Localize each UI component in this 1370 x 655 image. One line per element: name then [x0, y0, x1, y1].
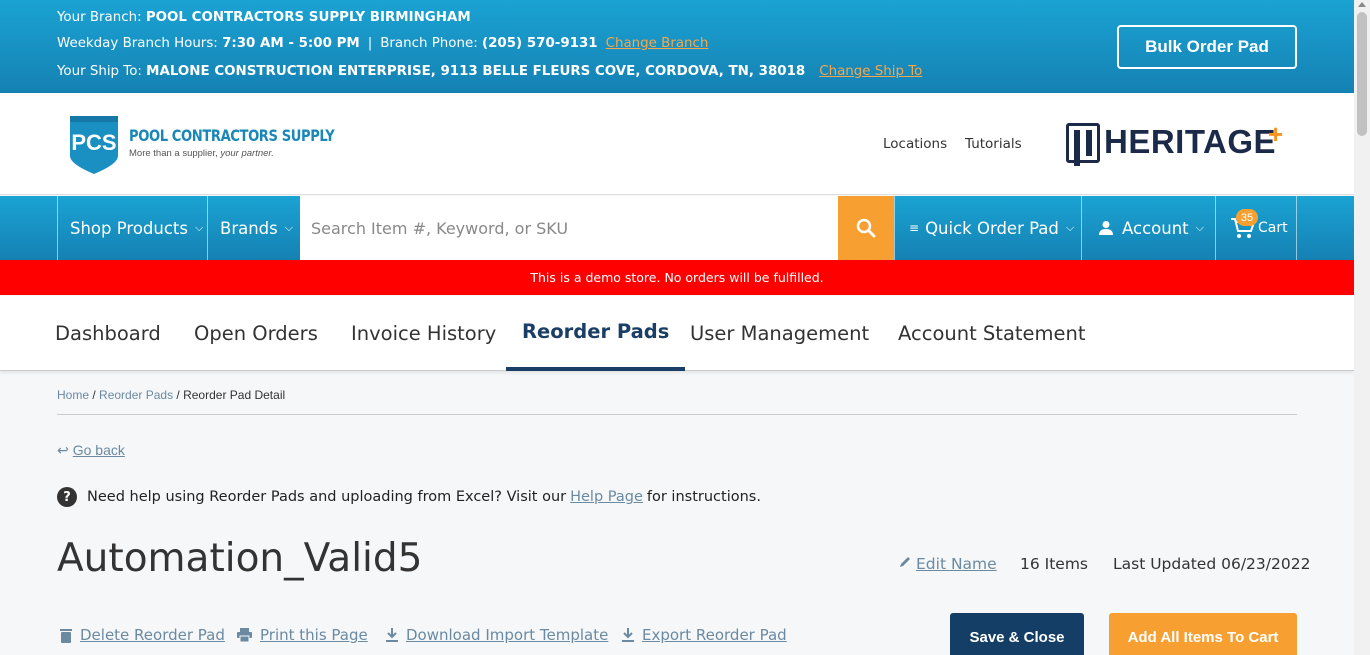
change-shipto-link[interactable]: Change Ship To [819, 64, 922, 79]
branch-info-bar: Your Branch: POOL CONTRACTORS SUPPLY BIR… [0, 0, 1354, 93]
branch-line: Your Branch: POOL CONTRACTORS SUPPLY BIR… [57, 10, 471, 25]
tab-open-orders[interactable]: Open Orders [194, 296, 318, 371]
logo-title: POOL CONTRACTORS SUPPLY [129, 126, 335, 145]
separator: | [367, 36, 373, 51]
account-menu[interactable]: Account ⌵ [1081, 196, 1215, 260]
chevron-down-icon: ⌵ [1065, 221, 1075, 234]
search-input[interactable] [300, 196, 838, 260]
print-page-link[interactable]: Print this Page [237, 626, 368, 644]
list-icon: ≡ [909, 221, 920, 235]
scroll-up-icon[interactable] [1358, 2, 1366, 7]
pcs-shield-icon: PCS [70, 116, 118, 174]
item-count: 16 Items [1020, 555, 1089, 573]
site-header: PCS POOL CONTRACTORS SUPPLY More than a … [0, 93, 1354, 195]
question-icon: ? [57, 487, 77, 507]
shop-products-label: Shop Products [70, 218, 188, 238]
tab-dashboard[interactable]: Dashboard [55, 296, 161, 371]
tutorials-link[interactable]: Tutorials [965, 136, 1022, 152]
shipto-label: Your Ship To: [57, 64, 147, 79]
breadcrumb-separator: / [173, 388, 184, 402]
divider [57, 414, 1297, 415]
edit-name-label: Edit Name [916, 555, 997, 573]
help-message: ? Need help using Reorder Pads and uploa… [57, 487, 761, 507]
locations-link[interactable]: Locations [883, 136, 947, 152]
shipto-value: MALONE CONSTRUCTION ENTERPRISE, 9113 BEL… [146, 64, 806, 79]
demo-store-banner: This is a demo store. No orders will be … [0, 260, 1354, 295]
heritage-logo[interactable]: HERITAGE + [1066, 119, 1290, 165]
delete-reorder-pad-link[interactable]: Delete Reorder Pad [60, 626, 225, 644]
edit-name-button[interactable]: Edit Name [898, 555, 997, 573]
hours-label: Weekday Branch Hours: [57, 36, 223, 51]
help-text-after: for instructions. [646, 489, 761, 505]
logo-initials: PCS [71, 130, 116, 155]
quick-order-label: Quick Order Pad [925, 218, 1059, 238]
tab-account-statement[interactable]: Account Statement [898, 296, 1086, 371]
phone-label: Branch Phone: [380, 36, 482, 51]
last-updated: Last Updated 06/23/2022 [1113, 555, 1311, 573]
delete-label: Delete Reorder Pad [80, 626, 225, 644]
quick-order-pad-menu[interactable]: ≡ Quick Order Pad ⌵ [894, 196, 1081, 260]
help-page-link[interactable]: Help Page [570, 489, 643, 505]
breadcrumb-reorder-pads[interactable]: Reorder Pads [99, 388, 173, 402]
chevron-down-icon: ⌵ [1195, 221, 1204, 234]
scroll-thumb[interactable] [1357, 12, 1367, 136]
chevron-down-icon: ⌵ [195, 221, 204, 234]
page-scrollbar[interactable] [1354, 0, 1370, 655]
export-reorder-pad-link[interactable]: Export Reorder Pad [622, 626, 787, 644]
pencil-icon [900, 557, 910, 567]
add-all-to-cart-button[interactable]: Add All Items To Cart [1109, 613, 1297, 655]
breadcrumb: Home / Reorder Pads / Reorder Pad Detail [57, 388, 285, 402]
trash-icon [60, 628, 72, 643]
branch-name: POOL CONTRACTORS SUPPLY BIRMINGHAM [145, 10, 471, 25]
shop-products-menu[interactable]: Shop Products ⌵ [57, 196, 207, 260]
download-icon [622, 628, 634, 642]
chevron-down-icon: ⌵ [284, 221, 294, 234]
breadcrumb-home[interactable]: Home [57, 388, 89, 402]
heritage-wordmark: HERITAGE [1104, 123, 1277, 160]
print-icon [237, 628, 252, 642]
cart-button[interactable]: Cart [1215, 196, 1297, 260]
download-label: Download Import Template [406, 626, 609, 644]
download-icon [386, 628, 398, 642]
brands-label: Brands [220, 218, 278, 238]
bulk-order-pad-button[interactable]: Bulk Order Pad [1117, 25, 1297, 69]
shipto-line: Your Ship To: MALONE CONSTRUCTION ENTERP… [57, 64, 922, 79]
search-button[interactable] [838, 196, 894, 260]
heritage-plus: + [1268, 119, 1284, 149]
go-back-link[interactable]: ↩ Go back [57, 442, 125, 459]
help-text-before: Need help using Reorder Pads and uploadi… [87, 489, 567, 505]
change-branch-link[interactable]: Change Branch [606, 36, 709, 51]
print-label: Print this Page [260, 626, 368, 644]
hours-value: 7:30 AM - 5:00 PM [222, 36, 360, 51]
hours-line: Weekday Branch Hours: 7:30 AM - 5:00 PM |… [57, 36, 708, 51]
heritage-h-icon [1066, 123, 1100, 163]
tab-user-management[interactable]: User Management [690, 296, 869, 371]
phone-value: (205) 570-9131 [481, 36, 598, 51]
cart-label: Cart [1258, 220, 1288, 236]
account-tabs: Dashboard Open Orders Invoice History Re… [0, 296, 1354, 371]
logo-tagline: More than a supplier, your partner. [129, 148, 274, 159]
go-back-label: Go back [72, 442, 125, 458]
reorder-pad-title: Automation_Valid5 [57, 536, 423, 581]
main-nav: Shop Products ⌵ Brands ⌵ ≡ Quick Order Pad ⌵… [0, 196, 1354, 260]
breadcrumb-separator: / [89, 388, 100, 402]
download-template-link[interactable]: Download Import Template [386, 626, 608, 644]
cart-count-badge: 35 [1236, 209, 1258, 226]
search-icon [856, 218, 876, 238]
pcs-logo[interactable]: PCS POOL CONTRACTORS SUPPLY More than a … [66, 112, 335, 178]
account-label: Account [1122, 218, 1189, 238]
export-label: Export Reorder Pad [642, 626, 787, 644]
brands-menu[interactable]: Brands ⌵ [207, 196, 300, 260]
branch-label: Your Branch: [57, 10, 146, 25]
tab-invoice-history[interactable]: Invoice History [351, 296, 496, 371]
breadcrumb-current: Reorder Pad Detail [183, 388, 286, 402]
arrow-left-icon: ↩ [57, 442, 69, 458]
user-icon [1099, 221, 1113, 235]
save-and-close-button[interactable]: Save & Close [950, 613, 1084, 655]
tab-reorder-pads[interactable]: Reorder Pads [506, 296, 686, 371]
